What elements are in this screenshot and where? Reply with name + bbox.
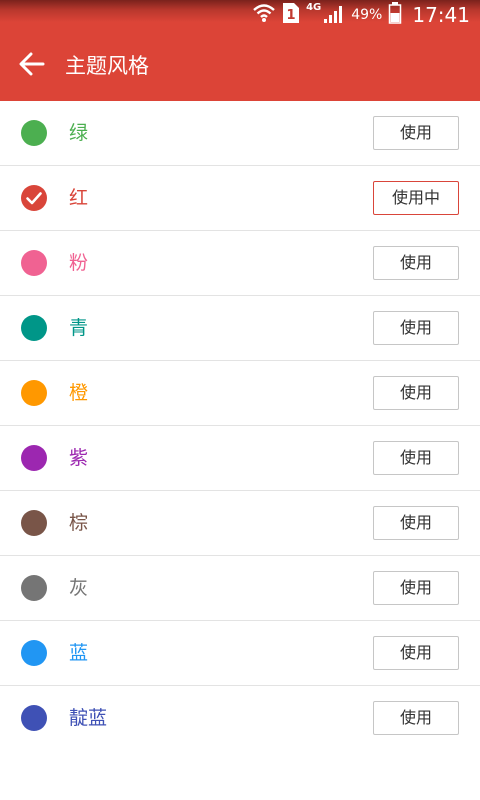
wifi-icon bbox=[252, 2, 276, 28]
page-title: 主题风格 bbox=[65, 54, 149, 78]
theme-color-dot bbox=[21, 510, 47, 536]
network-type: 4G bbox=[306, 1, 322, 13]
theme-name: 青 bbox=[69, 317, 89, 339]
theme-list: 绿使用红使用中粉使用青使用橙使用紫使用棕使用灰使用蓝使用 靛蓝 使用 bbox=[0, 101, 480, 750]
app-header: 1 4G 49% 17:41 主题风格 bbox=[0, 0, 480, 101]
theme-color-dot bbox=[21, 575, 47, 601]
theme-row[interactable]: 青 使用 bbox=[0, 296, 480, 361]
theme-row[interactable]: 红 使用中 bbox=[0, 166, 480, 231]
battery-percent: 49% bbox=[351, 7, 383, 23]
theme-name: 棕 bbox=[69, 512, 89, 534]
theme-color-dot bbox=[21, 380, 47, 406]
signal-icon bbox=[323, 2, 345, 28]
sim-icon: 1 bbox=[282, 2, 300, 28]
use-button[interactable]: 使用 bbox=[373, 311, 459, 345]
theme-color-dot bbox=[21, 705, 47, 731]
battery-icon bbox=[388, 1, 402, 29]
theme-row[interactable]: 灰 使用 bbox=[0, 556, 480, 621]
theme-color-dot-selected bbox=[21, 185, 47, 211]
theme-color-dot bbox=[21, 250, 47, 276]
theme-row[interactable]: 绿 使用 bbox=[0, 101, 480, 166]
use-button[interactable]: 使用 bbox=[373, 441, 459, 475]
theme-color-dot bbox=[21, 640, 47, 666]
use-button[interactable]: 使用 bbox=[373, 116, 459, 150]
theme-color-dot bbox=[21, 120, 47, 146]
theme-color-dot bbox=[21, 315, 47, 341]
use-button[interactable]: 使用 bbox=[373, 506, 459, 540]
theme-name: 红 bbox=[69, 187, 89, 209]
theme-name: 橙 bbox=[69, 382, 89, 404]
theme-row[interactable]: 棕 使用 bbox=[0, 491, 480, 556]
use-button[interactable]: 使用 bbox=[373, 636, 459, 670]
arrow-left-icon bbox=[19, 52, 45, 80]
theme-row[interactable]: 蓝 使用 bbox=[0, 621, 480, 686]
theme-row[interactable]: 紫 使用 bbox=[0, 426, 480, 491]
theme-name: 靛蓝 bbox=[69, 707, 108, 729]
theme-settings-screen: 1 4G 49% 17:41 主题风格 绿 使用 红 使用中 粉 使用 青 使用… bbox=[0, 0, 480, 800]
use-button[interactable]: 使用 bbox=[373, 701, 459, 735]
sim-slot-label: 1 bbox=[287, 8, 296, 23]
theme-row[interactable]: 橙 使用 bbox=[0, 361, 480, 426]
theme-color-dot bbox=[21, 445, 47, 471]
theme-name: 绿 bbox=[69, 122, 89, 144]
clock: 17:41 bbox=[412, 3, 470, 27]
use-button[interactable]: 使用 bbox=[373, 376, 459, 410]
status-icons: 1 4G 49% 17:41 bbox=[252, 0, 470, 30]
theme-name: 灰 bbox=[69, 577, 89, 599]
theme-name: 蓝 bbox=[69, 642, 89, 664]
use-button[interactable]: 使用 bbox=[373, 571, 459, 605]
theme-name: 紫 bbox=[69, 447, 89, 469]
in-use-button[interactable]: 使用中 bbox=[373, 181, 459, 215]
back-button[interactable] bbox=[14, 48, 50, 84]
theme-row[interactable]: 粉 使用 bbox=[0, 231, 480, 296]
status-bar: 1 4G 49% 17:41 bbox=[0, 0, 480, 30]
checkmark-icon bbox=[26, 192, 42, 205]
theme-name: 粉 bbox=[69, 252, 89, 274]
toolbar: 主题风格 bbox=[0, 30, 480, 101]
theme-row[interactable]: 靛蓝 使用 bbox=[0, 686, 480, 750]
use-button[interactable]: 使用 bbox=[373, 246, 459, 280]
